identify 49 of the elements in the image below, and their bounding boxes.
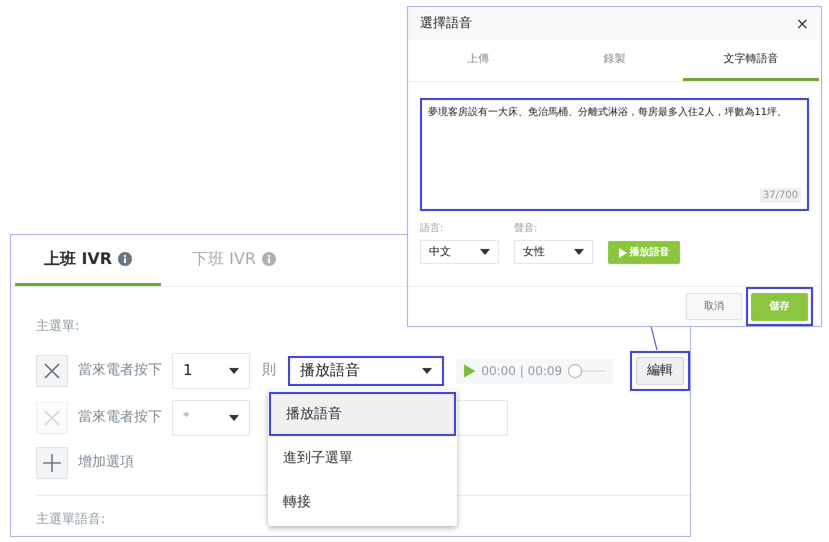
field-label: 語言: — [420, 222, 444, 236]
voice-select[interactable]: 女性 — [514, 240, 593, 264]
rule-label: 當來電者按下 — [78, 408, 162, 427]
edit-button[interactable]: 編輯 — [636, 356, 684, 384]
audio-time: 00:00 | 00:09 — [481, 362, 562, 380]
tab-label: 上班 IVR — [44, 248, 112, 270]
cancel-button[interactable]: 取消 — [686, 293, 742, 320]
then-label: 則 — [262, 361, 276, 380]
section-label: 主選單語音: — [36, 510, 106, 528]
tab[interactable]: 錄製 — [546, 40, 683, 81]
action-select[interactable]: 播放語音 — [288, 356, 444, 386]
info-icon — [262, 252, 276, 266]
info-icon — [118, 252, 132, 266]
close-icon — [44, 410, 60, 426]
add-button[interactable] — [36, 446, 68, 478]
section-label: 主選單: — [36, 318, 80, 336]
slider-thumb[interactable] — [568, 364, 582, 378]
tab[interactable]: 文字轉語音 — [682, 40, 819, 81]
dialog-title: 選擇語音 — [420, 14, 472, 33]
select-value: 中文 — [429, 244, 451, 260]
key-value: * — [183, 408, 190, 427]
language-select[interactable]: 中文 — [420, 240, 499, 264]
tab[interactable]: 上傳 — [410, 40, 546, 81]
caret-icon — [422, 368, 432, 374]
key-value: 1 — [183, 360, 193, 382]
menu-item[interactable]: 播放語音 — [269, 392, 456, 436]
play-icon — [618, 248, 626, 258]
close-icon — [44, 362, 60, 378]
add-option-label: 增加選項 — [78, 453, 134, 472]
caret-icon — [229, 368, 239, 374]
rule-label: 當來電者按下 — [78, 361, 162, 380]
text-area[interactable]: 夢境客房設有一大床、免治馬桶、分離式淋浴，每房最多入住2人，坪數為11坪。 37/700 — [420, 98, 809, 211]
text-value: 夢境客房設有一大床、免治馬桶、分離式淋浴，每房最多入住2人，坪數為11坪。 — [428, 106, 788, 120]
remove-button[interactable] — [36, 354, 68, 386]
plus-icon — [43, 454, 61, 472]
close-button[interactable]: × — [796, 16, 809, 32]
action-value: 播放語音 — [300, 360, 360, 382]
caret-icon — [574, 249, 584, 255]
caret-icon — [229, 414, 239, 420]
key-select[interactable]: 1 — [172, 352, 250, 388]
tab-label: 下班 IVR — [192, 248, 256, 270]
menu-item[interactable]: 進到子選單 — [268, 436, 457, 480]
play-icon[interactable] — [464, 364, 476, 378]
caret-icon — [480, 249, 490, 255]
select-value: 女性 — [523, 244, 545, 260]
menu-item[interactable]: 轉接 — [268, 480, 457, 524]
field-label: 聲音: — [514, 222, 538, 236]
char-count: 37/700 — [760, 188, 801, 203]
tab[interactable]: 上班 IVR — [15, 235, 161, 286]
